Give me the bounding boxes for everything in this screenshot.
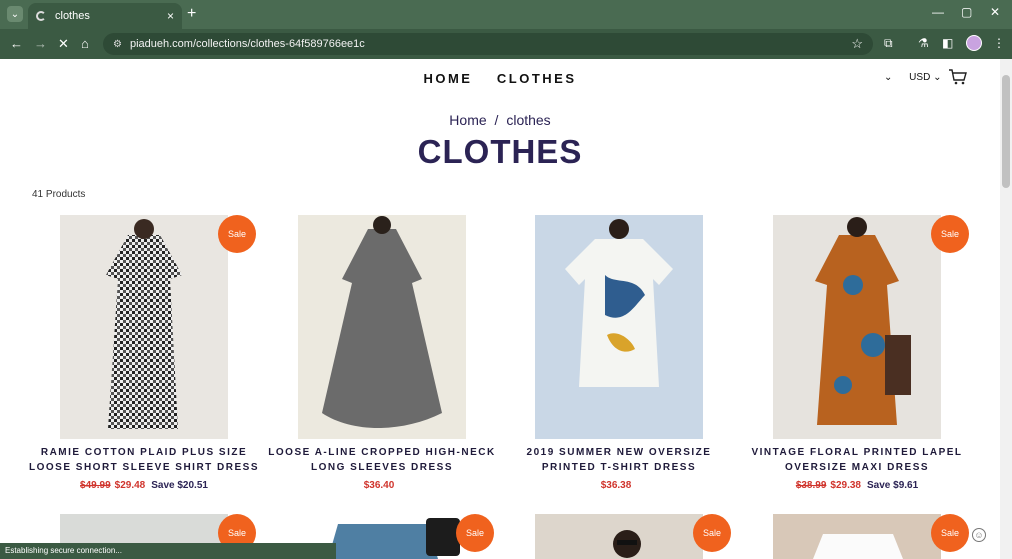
sale-badge: Sale [693,514,731,552]
sale-badge: Sale [931,514,969,552]
loading-icon [36,11,46,21]
nav-home[interactable]: HOME [423,71,472,86]
price: $36.38 [600,480,632,491]
old-price: $49.99 [80,480,111,491]
main-nav: HOME CLOTHES [0,70,1000,88]
product-image[interactable] [298,215,466,439]
sale-badge: Sale [218,215,256,253]
stop-icon[interactable]: ✕ [58,36,69,52]
close-window-icon[interactable]: ✕ [990,5,1000,19]
chevron-down-icon[interactable]: ⌄ [884,72,892,83]
product-price: $36.38 [499,480,739,491]
sidepanel-icon[interactable]: ◧ [942,36,953,50]
product-name-line2: OVERSIZE MAXI DRESS [784,462,930,473]
nav-clothes[interactable]: CLOTHES [497,71,577,86]
old-price: $38.99 [795,480,827,491]
url-text: piadueh.com/collections/clothes-64f58976… [129,38,365,50]
new-tab-icon[interactable]: + [187,5,196,23]
product-name-line2: PRINTED T-SHIRT DRESS [541,462,697,473]
tab-bar: ⌄ clothes × + — ▢ ✕ [0,0,1012,29]
page-title: CLOTHES [417,133,583,170]
back-icon[interactable]: ← [10,36,23,51]
home-icon[interactable]: ⌂ [81,36,89,51]
accessibility-icon[interactable]: ☺ [972,528,986,542]
breadcrumb-home[interactable]: Home [449,112,486,128]
site-info-icon[interactable]: ⚙ [113,39,122,50]
sale-price: $29.48 [114,480,146,491]
status-bar: Establishing secure connection... [0,543,336,559]
product-name[interactable]: LOOSE A-LINE CROPPED HIGH-NECK LONG SLEE… [262,445,502,475]
price: $36.40 [363,480,395,491]
product-image[interactable] [773,215,941,439]
product-name-line2: LOOSE SHORT SLEEVE SHIRT DRESS [28,462,260,473]
product-name-line1: RAMIE COTTON PLAID PLUS SIZE [40,447,248,458]
plaid-dress-image [106,219,182,429]
woman-sunglasses-image [613,530,641,558]
bookmark-star-icon[interactable]: ☆ [851,36,863,52]
breadcrumb-current: clothes [506,112,551,128]
product-name[interactable]: 2019 SUMMER NEW OVERSIZE PRINTED T-SHIRT… [499,445,739,475]
product-count: 41 Products [32,189,86,200]
product-name-line1: 2019 SUMMER NEW OVERSIZE [526,447,712,458]
labs-icon[interactable]: ⚗ [918,36,929,50]
product-image[interactable] [773,514,941,559]
product-name-line1: LOOSE A-LINE CROPPED HIGH-NECK [268,447,496,458]
scrollbar-thumb[interactable] [1002,75,1010,188]
print-dress-image [565,219,673,387]
product-name-line2: LONG SLEEVES DRESS [310,462,454,473]
minimize-icon[interactable]: — [932,5,944,19]
page-scrollbar[interactable] [1000,59,1012,559]
page-content: HOME CLOTHES ⌄ USD ⌄ Home / clothes CLOT… [0,59,1000,559]
forward-icon[interactable]: → [34,36,47,51]
product-name[interactable]: VINTAGE FLORAL PRINTED LAPEL OVERSIZE MA… [737,445,977,475]
grey-dress-image [322,216,442,428]
address-bar[interactable]: ⚙ piadueh.com/collections/clothes-64f589… [103,33,873,55]
product-image[interactable] [535,514,703,559]
currency-selector[interactable]: ⌄ USD ⌄ [884,72,941,83]
product-name[interactable]: RAMIE COTTON PLAID PLUS SIZE LOOSE SHORT… [24,445,264,475]
breadcrumb: Home / clothes [0,112,1000,128]
profile-avatar[interactable] [966,35,982,51]
browser-chrome: ⌄ clothes × + — ▢ ✕ ← → ✕ ⌂ ⚙ piadueh.co… [0,0,1012,59]
savings: Save $9.61 [867,480,919,491]
product-price: $36.40 [262,480,502,491]
product-name-line1: VINTAGE FLORAL PRINTED LAPEL [751,447,963,458]
product-price: $38.99 $29.38 Save $9.61 [737,480,977,491]
tab-title: clothes [55,10,90,22]
currency-label[interactable]: USD [909,72,930,83]
floral-dress-image [815,217,911,425]
extensions-icon[interactable]: ⧉ [884,36,893,51]
cart-icon[interactable] [948,69,968,85]
product-price: $49.99 $29.48 Save $20.51 [24,480,264,491]
currency-chevron-icon[interactable]: ⌄ [933,72,941,83]
sale-badge: Sale [931,215,969,253]
maximize-icon[interactable]: ▢ [961,5,972,19]
breadcrumb-sep: / [494,112,499,128]
sale-price: $29.38 [830,480,861,491]
product-image[interactable] [60,215,228,439]
white-top-image [813,534,903,559]
sale-badge: Sale [456,514,494,552]
toolbar: ← → ✕ ⌂ ⚙ piadueh.com/collections/clothe… [0,29,1012,59]
active-tab[interactable]: clothes × [28,3,182,29]
tab-search-icon[interactable]: ⌄ [7,6,23,22]
tab-close-icon[interactable]: × [167,9,174,23]
menu-icon[interactable]: ⋮ [993,36,1005,50]
savings: Save $20.51 [151,480,208,491]
product-image[interactable] [535,215,703,439]
